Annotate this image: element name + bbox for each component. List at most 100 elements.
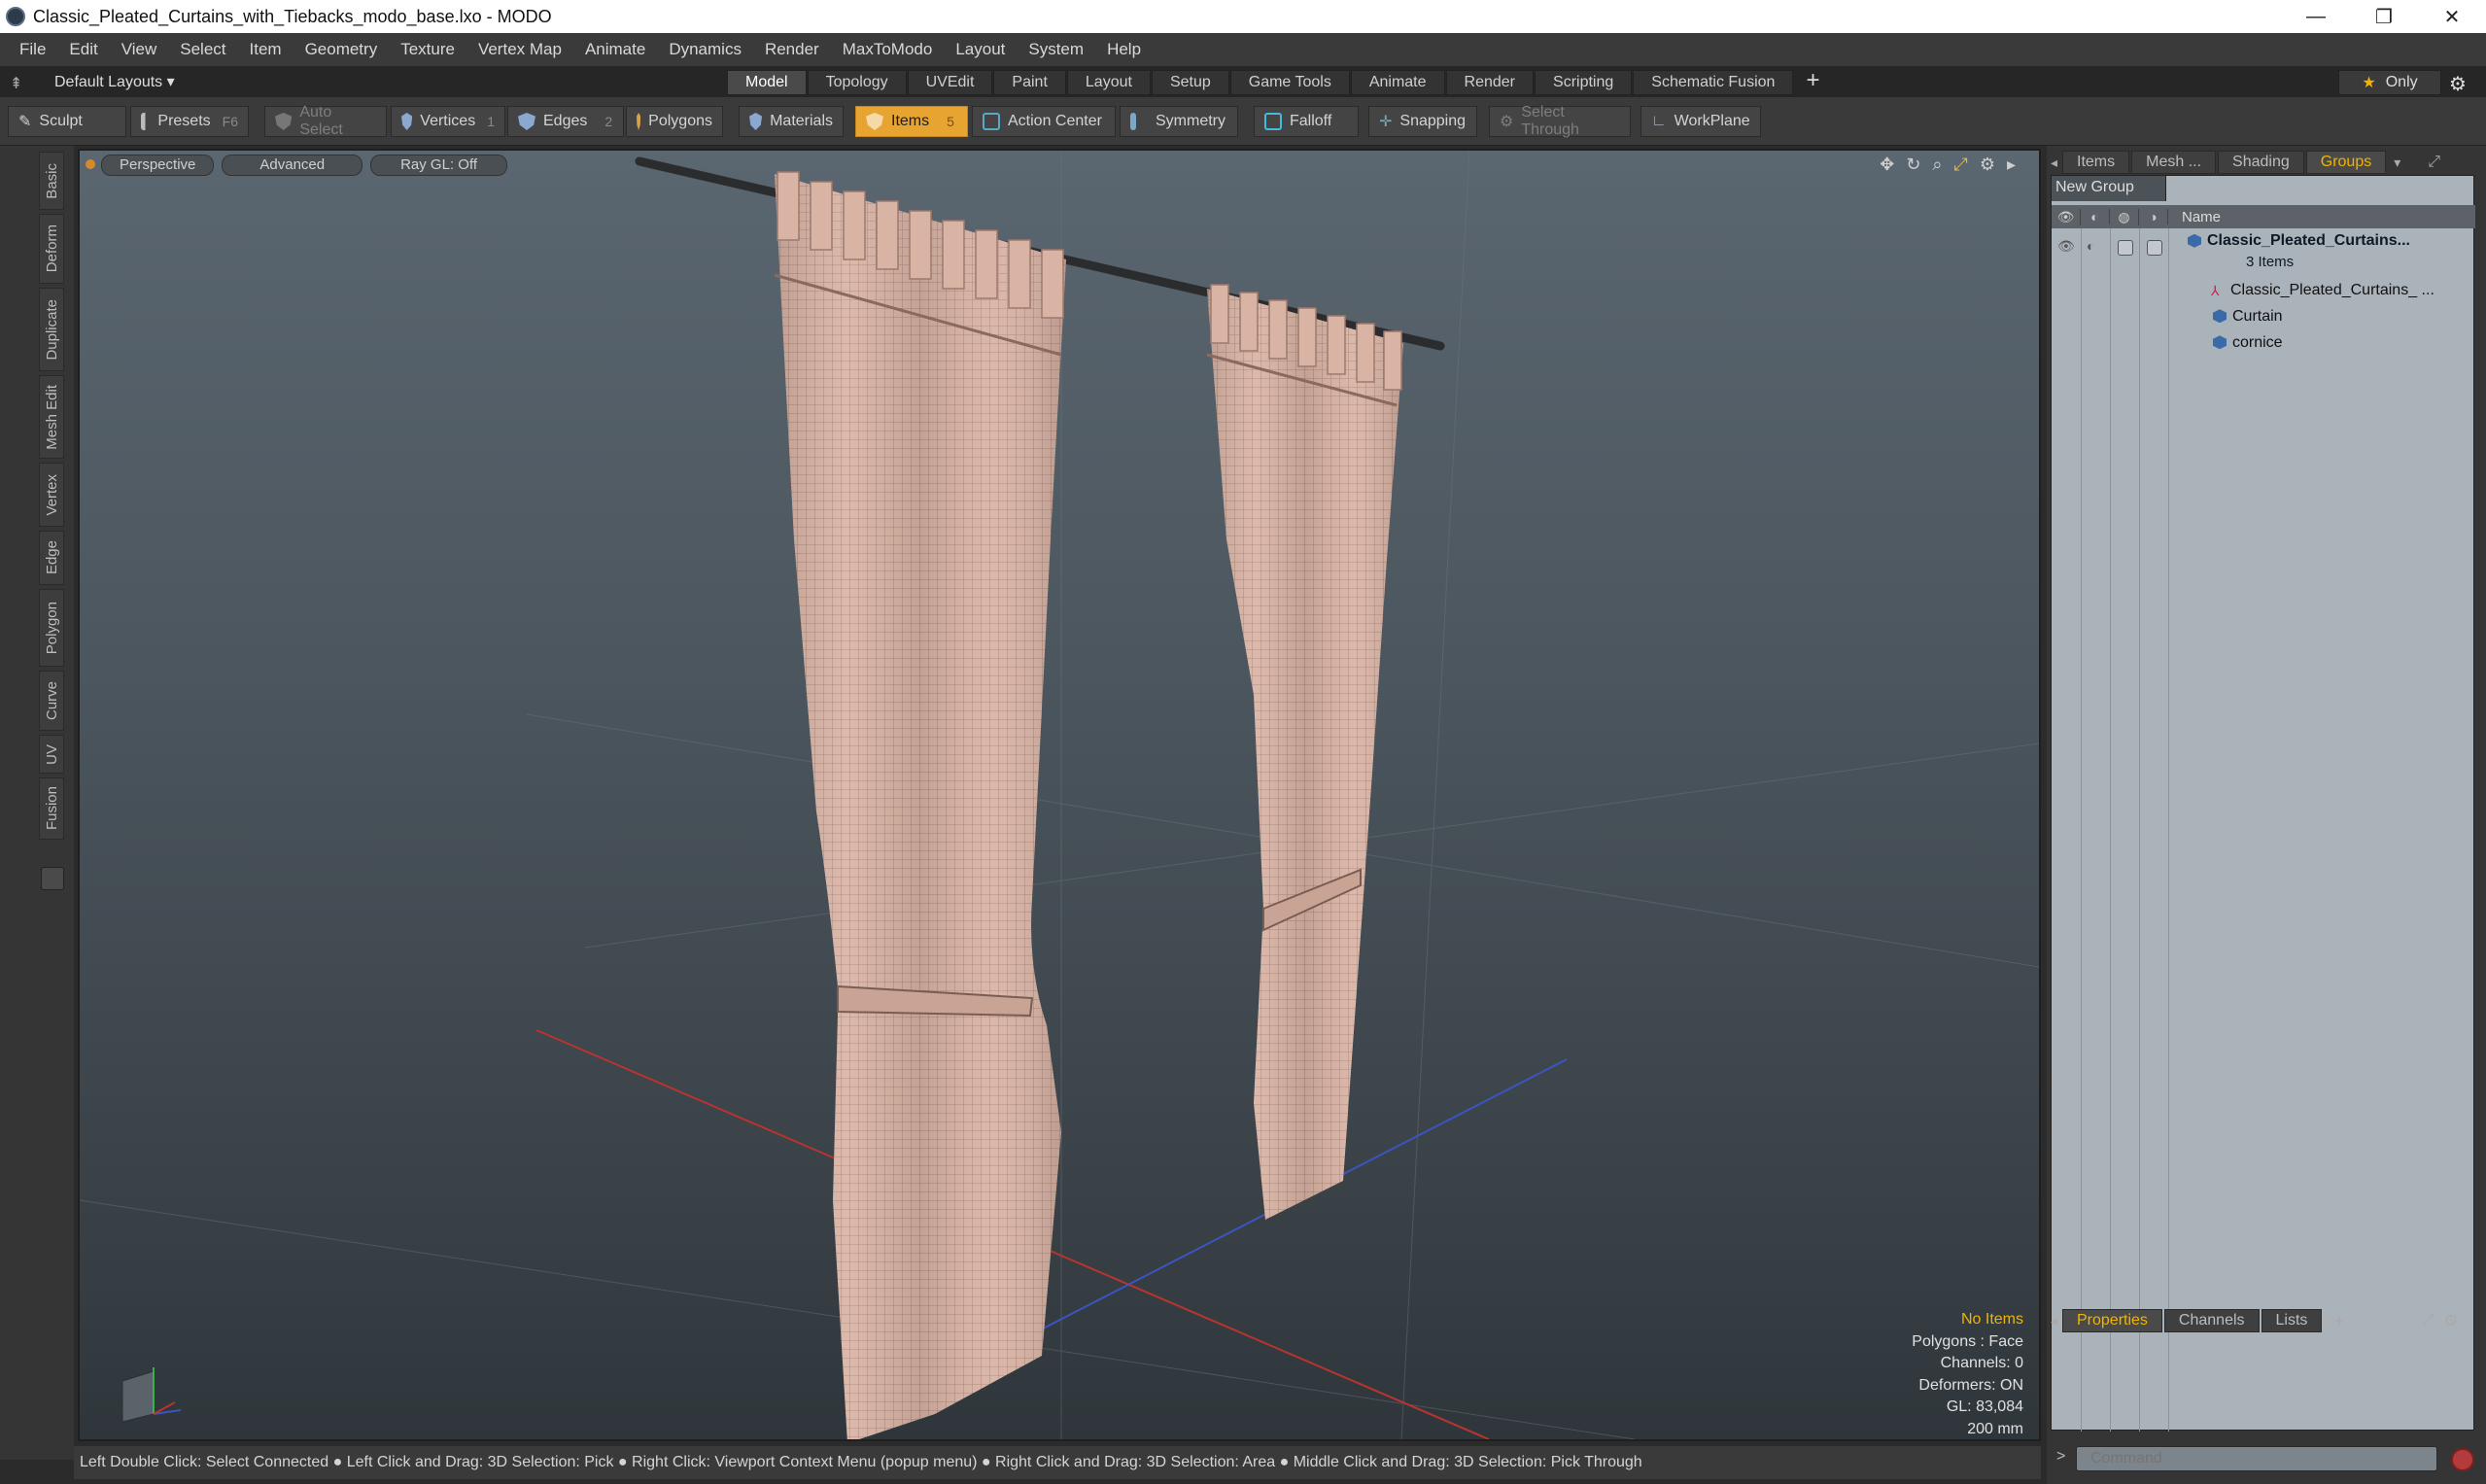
viewport-expand-arrow-icon[interactable]: ▸ <box>2007 155 2016 175</box>
select-column-icon[interactable]: ◑ <box>2139 209 2168 224</box>
menu-edit[interactable]: Edit <box>57 40 109 59</box>
menu-animate[interactable]: Animate <box>573 40 657 59</box>
menu-vertex-map[interactable]: Vertex Map <box>466 40 573 59</box>
menu-layout[interactable]: Layout <box>944 40 1017 59</box>
menu-item[interactable]: Item <box>238 40 293 59</box>
viewport-settings-gear-icon[interactable]: ⚙ <box>1980 155 1995 175</box>
tab-paint[interactable]: Paint <box>993 70 1066 95</box>
panel-expand-icon[interactable]: ⤢ <box>2428 154 2440 171</box>
tab-polygon[interactable]: Polygon <box>39 589 64 667</box>
tab-curve[interactable]: Curve <box>39 671 64 731</box>
tab-model[interactable]: Model <box>727 70 807 95</box>
layouts-dropdown[interactable]: ⇞ Default Layouts ▾ <box>10 70 175 93</box>
tab-render[interactable]: Render <box>1445 70 1535 95</box>
vertices-button[interactable]: Vertices 1 <box>391 106 505 137</box>
polygons-button[interactable]: Polygons <box>626 106 723 137</box>
viewport-options-icon[interactable] <box>86 159 95 169</box>
tab-channels[interactable]: Channels <box>2163 1309 2260 1332</box>
sculpt-button[interactable]: ✎ Sculpt <box>8 106 126 137</box>
add-properties-tab-button[interactable]: + <box>2333 1311 2344 1331</box>
tab-scripting[interactable]: Scripting <box>1535 70 1633 95</box>
select-through-button[interactable]: ⚙ Select Through <box>1489 104 1631 138</box>
tab-animate[interactable]: Animate <box>1350 70 1445 95</box>
presets-button[interactable]: Presets F6 <box>130 106 249 137</box>
properties-gear-icon[interactable]: ⚙ <box>2444 1311 2458 1330</box>
menu-view[interactable]: View <box>110 40 169 59</box>
render-column-icon[interactable]: ◐ <box>2081 209 2110 224</box>
edges-button[interactable]: Edges 2 <box>507 106 624 137</box>
visibility-column-icon[interactable]: 👁 <box>2052 208 2081 225</box>
3d-viewport[interactable]: Perspective Advanced Ray GL: Off ✥ ↻ ⌕ ⤢… <box>78 149 2041 1441</box>
left-panel-toggle-button[interactable] <box>41 867 64 890</box>
tab-lists[interactable]: Lists <box>2261 1309 2323 1332</box>
tab-shading[interactable]: Shading <box>2218 151 2304 174</box>
menu-dynamics[interactable]: Dynamics <box>657 40 753 59</box>
eye-icon[interactable]: 👁 <box>2057 238 2075 255</box>
tab-groups[interactable]: Groups <box>2305 151 2387 174</box>
command-history-button[interactable] <box>2451 1448 2474 1471</box>
render-toggle-icon[interactable]: ◐ <box>2087 238 2094 254</box>
menu-maxtomodo[interactable]: MaxToModo <box>831 40 945 59</box>
tab-schematic-fusion[interactable]: Schematic Fusion <box>1633 70 1794 95</box>
properties-menu-icon[interactable]: ◂ <box>2047 1313 2062 1329</box>
shading-advanced-button[interactable]: Advanced <box>222 155 363 176</box>
menu-geometry[interactable]: Geometry <box>293 40 390 59</box>
falloff-button[interactable]: Falloff <box>1254 106 1359 137</box>
tab-duplicate[interactable]: Duplicate <box>39 288 64 371</box>
tabs-dropdown-icon[interactable]: ▾ <box>2394 155 2400 171</box>
tab-mesh-edit[interactable]: Mesh Edit <box>39 375 64 459</box>
tab-edge[interactable]: Edge <box>39 531 64 585</box>
only-toggle-button[interactable]: ★ Only <box>2338 70 2441 95</box>
tab-fusion[interactable]: Fusion <box>39 777 64 840</box>
add-tab-button[interactable]: + <box>1806 69 1819 95</box>
menu-system[interactable]: System <box>1017 40 1095 59</box>
command-input[interactable] <box>2076 1446 2437 1471</box>
minimize-button[interactable]: — <box>2282 0 2350 33</box>
tab-layout[interactable]: Layout <box>1066 70 1151 95</box>
menu-texture[interactable]: Texture <box>389 40 466 59</box>
action-center-button[interactable]: Action Center <box>972 106 1116 137</box>
view-perspective-button[interactable]: Perspective <box>101 155 215 176</box>
lock-checkbox[interactable] <box>2118 240 2133 256</box>
tab-game-tools[interactable]: Game Tools <box>1229 70 1350 95</box>
auto-select-button[interactable]: Auto Select <box>264 104 387 138</box>
raygl-toggle-button[interactable]: Ray GL: Off <box>370 155 508 176</box>
tab-uv[interactable]: UV <box>39 735 64 774</box>
select-checkbox[interactable] <box>2147 240 2162 256</box>
move-view-icon[interactable]: ✥ <box>1880 155 1894 175</box>
group-child-row[interactable]: ⅄ Classic_Pleated_Curtains_ ... <box>2052 277 2475 303</box>
fit-view-icon[interactable]: ⤢ <box>1953 155 1967 175</box>
group-child-row[interactable]: Curtain <box>2052 303 2475 329</box>
panel-menu-icon[interactable]: ◂ <box>2047 155 2062 171</box>
new-group-button[interactable]: New Group <box>2052 176 2166 201</box>
menu-help[interactable]: Help <box>1095 40 1153 59</box>
materials-button[interactable]: Materials <box>739 106 844 137</box>
rotate-view-icon[interactable]: ↻ <box>1906 155 1920 175</box>
properties-expand-icon[interactable]: ⤢ <box>2422 1312 2434 1329</box>
zoom-view-icon[interactable]: ⌕ <box>1932 155 1942 175</box>
name-column-header[interactable]: Name <box>2168 209 2221 225</box>
tab-uvedit[interactable]: UVEdit <box>907 70 993 95</box>
tab-topology[interactable]: Topology <box>807 70 907 95</box>
layout-settings-gear-icon[interactable]: ⚙ <box>2449 72 2467 96</box>
items-button[interactable]: Items 5 <box>855 106 968 137</box>
tab-setup[interactable]: Setup <box>1151 70 1229 95</box>
tab-vertex[interactable]: Vertex <box>39 463 64 527</box>
tab-mesh[interactable]: Mesh ... <box>2131 151 2217 174</box>
lock-column-icon[interactable]: ◍ <box>2110 208 2139 225</box>
menu-file[interactable]: File <box>8 40 57 59</box>
symmetry-button[interactable]: Symmetry <box>1120 106 1238 137</box>
tab-deform[interactable]: Deform <box>39 214 64 284</box>
tab-items[interactable]: Items <box>2062 151 2130 174</box>
group-child-row[interactable]: cornice <box>2052 329 2475 356</box>
menu-select[interactable]: Select <box>168 40 237 59</box>
menu-render[interactable]: Render <box>753 40 831 59</box>
workplane-button[interactable]: ∟ WorkPlane <box>1640 106 1761 137</box>
close-button[interactable]: ✕ <box>2418 0 2486 33</box>
tab-basic[interactable]: Basic <box>39 152 64 210</box>
layout-toggle-icon[interactable]: ⇞ <box>10 74 25 92</box>
group-row[interactable]: 👁 ◐ Classic_Pleated_Curtains... 3 Items <box>2052 230 2475 277</box>
snapping-button[interactable]: ✛ Snapping <box>1368 106 1477 137</box>
maximize-button[interactable]: ❐ <box>2350 0 2418 33</box>
tab-properties[interactable]: Properties <box>2062 1309 2162 1332</box>
